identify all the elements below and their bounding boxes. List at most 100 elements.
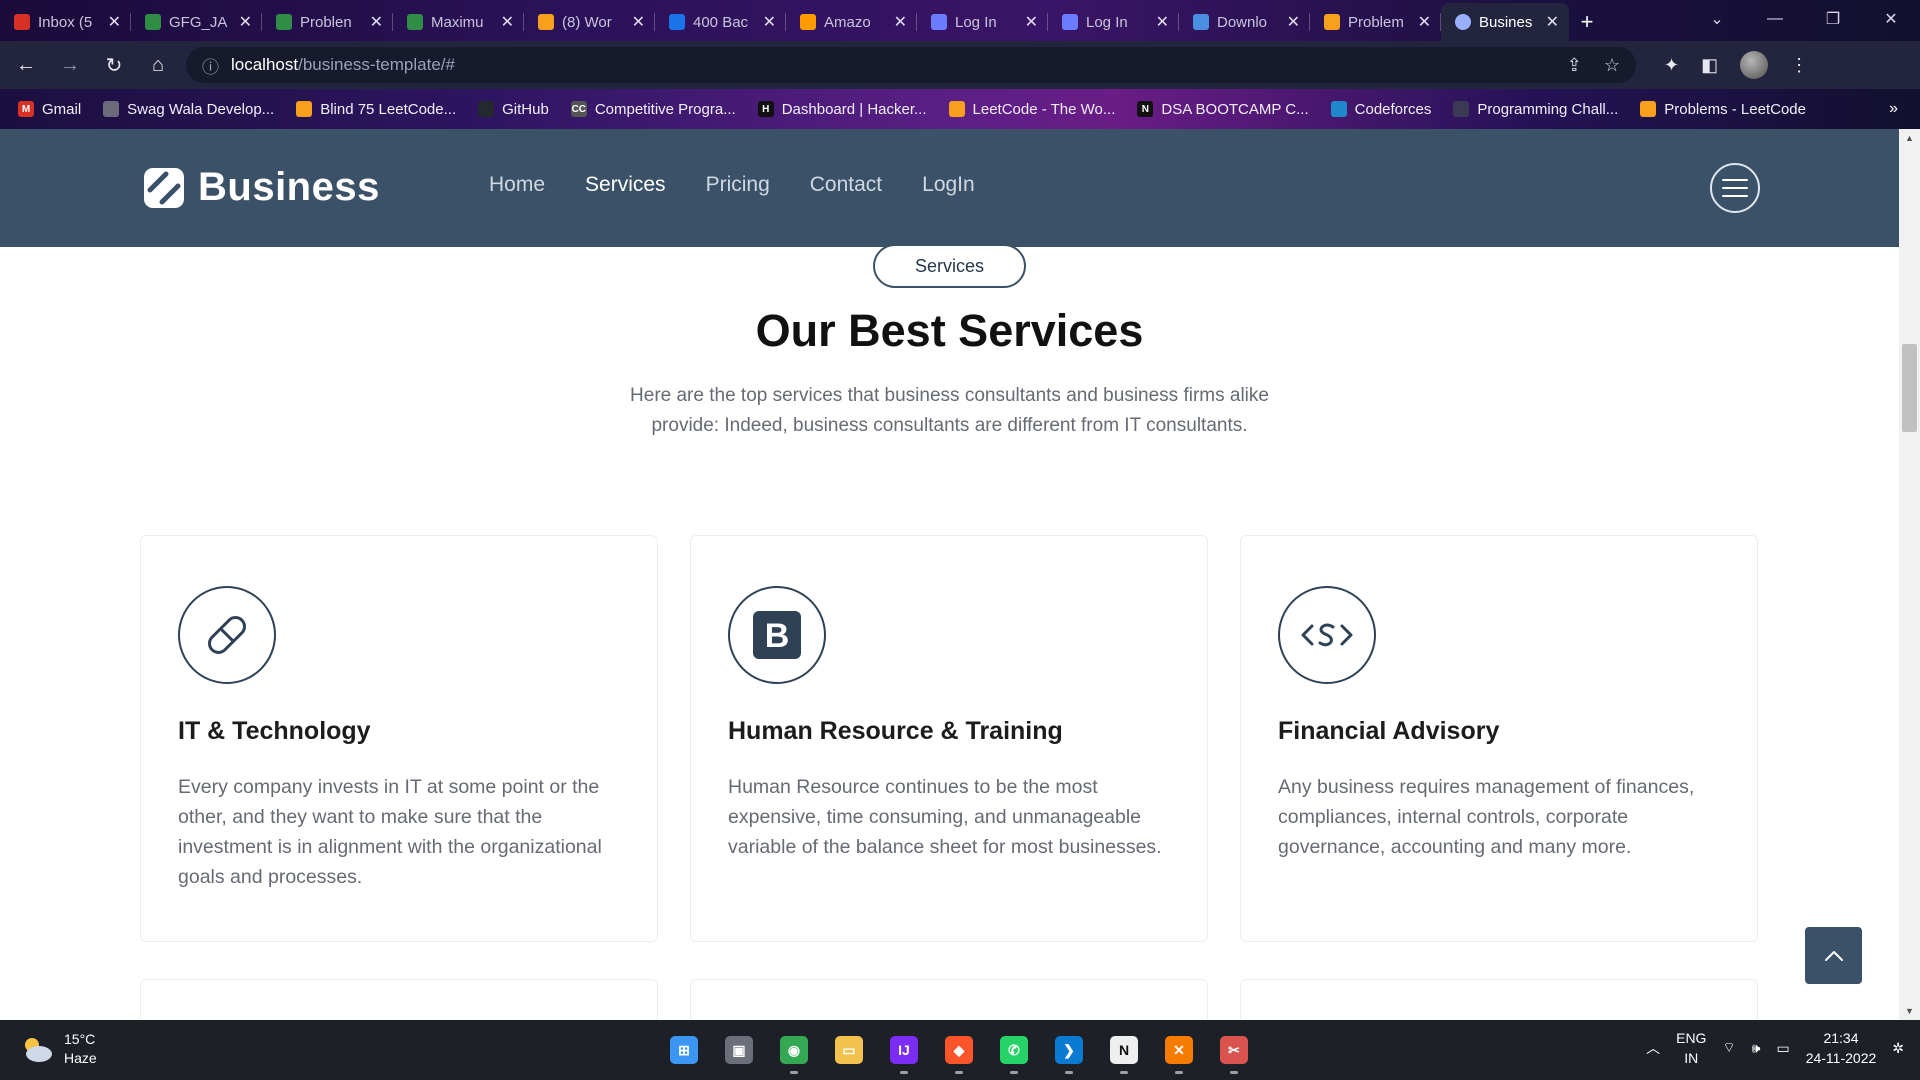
notifications-icon[interactable]: ✲ <box>1892 1040 1904 1057</box>
browser-tab[interactable]: (8) Wor ✕ <box>524 3 655 41</box>
profile-avatar[interactable] <box>1740 51 1769 79</box>
wifi-icon[interactable]: ⌔ <box>1722 1039 1735 1057</box>
browser-tab-active[interactable]: Busines ✕ <box>1441 3 1569 41</box>
tab-close-icon[interactable]: ✕ <box>108 12 121 32</box>
bookmark-item[interactable]: LeetCode - The Wo... <box>948 101 1115 118</box>
side-panel-icon[interactable]: ◧ <box>1701 55 1718 76</box>
language-indicator[interactable]: ENG IN <box>1676 1028 1706 1068</box>
tab-close-icon[interactable]: ✕ <box>763 12 776 32</box>
clock[interactable]: 21:34 24-11-2022 <box>1806 1028 1877 1068</box>
browser-tab[interactable]: Problem ✕ <box>1310 3 1441 41</box>
scrollbar-thumb[interactable] <box>1902 344 1917 432</box>
bookmark-label: Swag Wala Develop... <box>127 100 275 118</box>
volume-icon[interactable]: 🕪 <box>1752 1040 1761 1057</box>
share-icon[interactable]: ⇪ <box>1567 55 1582 76</box>
tab-close-icon[interactable]: ✕ <box>1025 12 1038 32</box>
nav-link-services[interactable]: Services <box>585 173 666 197</box>
browser-tab[interactable]: Log In ✕ <box>1048 3 1179 41</box>
taskbar-app[interactable]: IJ <box>886 1030 922 1074</box>
browser-menu-icon[interactable]: ⋮ <box>1790 55 1808 76</box>
tab-close-icon[interactable]: ✕ <box>1418 12 1431 32</box>
running-indicator <box>1065 1071 1073 1074</box>
bookmark-label: Problems - LeetCode <box>1664 100 1806 118</box>
snipping-tool-icon: ✂ <box>1220 1036 1248 1064</box>
reload-icon[interactable]: ↻ <box>96 47 132 83</box>
tab-close-icon[interactable]: ✕ <box>370 12 383 32</box>
taskbar-app[interactable]: ✆ <box>996 1030 1032 1074</box>
battery-icon[interactable]: ▭ <box>1776 1040 1789 1057</box>
extensions-icon[interactable]: ✦ <box>1664 55 1679 76</box>
taskbar-app[interactable]: ▭ <box>831 1030 867 1070</box>
browser-tab[interactable]: Inbox (5 ✕ <box>0 3 131 41</box>
address-bar[interactable]: ⓘ localhost/business-template/# ⇪ ☆ <box>186 47 1636 83</box>
home-icon[interactable]: ⌂ <box>140 47 176 83</box>
minimize-icon[interactable]: — <box>1746 10 1804 28</box>
taskbar-app[interactable]: ◉ <box>776 1030 812 1074</box>
tab-close-icon[interactable]: ✕ <box>894 12 907 32</box>
brand[interactable]: Business <box>144 165 380 210</box>
scroll-to-top-button[interactable] <box>1805 927 1862 984</box>
site-info-icon[interactable]: ⓘ <box>202 53 219 78</box>
brand-logo-icon <box>144 167 184 208</box>
browser-tab[interactable]: Downlo ✕ <box>1179 3 1310 41</box>
browser-tab[interactable]: Maximu ✕ <box>393 3 524 41</box>
new-tab-button[interactable]: + <box>1569 3 1605 41</box>
weather-widget[interactable]: 15°C Haze <box>20 1030 97 1068</box>
bookmark-star-icon[interactable]: ☆ <box>1604 55 1620 76</box>
bookmark-item[interactable]: Swag Wala Develop... <box>103 101 274 118</box>
hamburger-menu-button[interactable] <box>1710 163 1760 213</box>
url-host: localhost <box>231 55 299 74</box>
tab-close-icon[interactable]: ✕ <box>632 12 645 32</box>
tab-title: Problen <box>300 13 352 31</box>
browser-tab[interactable]: GFG_JA ✕ <box>131 3 262 41</box>
taskbar-app[interactable]: N <box>1106 1030 1142 1074</box>
bookmark-item[interactable]: CC Competitive Progra... <box>570 101 736 118</box>
bookmark-item[interactable]: N DSA BOOTCAMP C... <box>1137 101 1309 118</box>
bookmark-item[interactable]: Codeforces <box>1330 101 1431 118</box>
taskbar-app[interactable]: ▣ <box>721 1030 757 1070</box>
bookmark-item[interactable]: GitHub <box>478 101 549 118</box>
nav-link-home[interactable]: Home <box>489 173 545 197</box>
bookmark-item[interactable]: Programming Chall... <box>1453 101 1618 118</box>
tab-list: Inbox (5 ✕ GFG_JA ✕ Problen ✕ Maximu ✕ (8) Wor ✕ 4… <box>0 0 1569 41</box>
taskbar-app[interactable]: ✕ <box>1161 1030 1197 1074</box>
bookmark-item[interactable]: Blind 75 LeetCode... <box>296 101 456 118</box>
tab-close-icon[interactable]: ✕ <box>501 12 514 32</box>
taskbar-app[interactable]: ◆ <box>941 1030 977 1074</box>
browser-tab[interactable]: Log In ✕ <box>917 3 1048 41</box>
tab-close-icon[interactable]: ✕ <box>1287 12 1300 32</box>
site-header: Business Home Services Pricing Contact LogIn <box>0 129 1899 247</box>
close-window-icon[interactable]: ✕ <box>1862 9 1920 29</box>
restore-icon[interactable]: ❐ <box>1804 9 1862 29</box>
browser-tab[interactable]: Problen ✕ <box>262 3 393 41</box>
running-indicator <box>1175 1071 1183 1074</box>
bookmark-favicon-icon: M <box>18 101 34 117</box>
scroll-down-arrow-icon[interactable]: ▼ <box>1899 1006 1920 1016</box>
bookmark-item[interactable]: H Dashboard | Hacker... <box>757 101 927 118</box>
taskbar-app[interactable]: ❯ <box>1051 1030 1087 1074</box>
nav-link-login[interactable]: LogIn <box>922 173 975 197</box>
browser-tab[interactable]: 400 Bac ✕ <box>655 3 786 41</box>
tab-close-icon[interactable]: ✕ <box>1156 12 1169 32</box>
page-viewport: Business Home Services Pricing Contact LogIn… <box>0 129 1920 1020</box>
taskbar-app[interactable]: ✂ <box>1216 1030 1252 1074</box>
bookmark-item[interactable]: Problems - LeetCode <box>1640 101 1806 118</box>
scroll-up-arrow-icon[interactable]: ▲ <box>1899 133 1920 143</box>
bookmark-favicon-icon <box>478 101 495 117</box>
tab-close-icon[interactable]: ✕ <box>1546 12 1559 32</box>
tab-search-icon[interactable]: ⌄ <box>1688 9 1746 29</box>
taskbar-app[interactable]: ⊞ <box>666 1030 702 1070</box>
forward-icon[interactable]: → <box>52 47 88 83</box>
tray-overflow-icon[interactable]: ︿ <box>1646 1038 1660 1058</box>
nav-link-contact[interactable]: Contact <box>810 173 882 197</box>
nav-link-pricing[interactable]: Pricing <box>706 173 770 197</box>
back-icon[interactable]: ← <box>8 47 44 83</box>
system-tray: ︿ ENG IN ⌔ 🕪 ▭ 21:34 24-11-2022 ✲ <box>1646 1028 1904 1068</box>
page-scrollbar[interactable]: ▲ ▼ <box>1899 129 1920 1020</box>
bookmark-favicon-icon: N <box>1137 101 1154 117</box>
browser-tab[interactable]: Amazo ✕ <box>786 3 917 41</box>
bookmark-item[interactable]: M Gmail <box>18 101 81 118</box>
bookmarks-overflow-icon[interactable]: » <box>1889 100 1898 118</box>
tab-close-icon[interactable]: ✕ <box>239 12 252 32</box>
url-path: /business-template/# <box>298 55 455 74</box>
